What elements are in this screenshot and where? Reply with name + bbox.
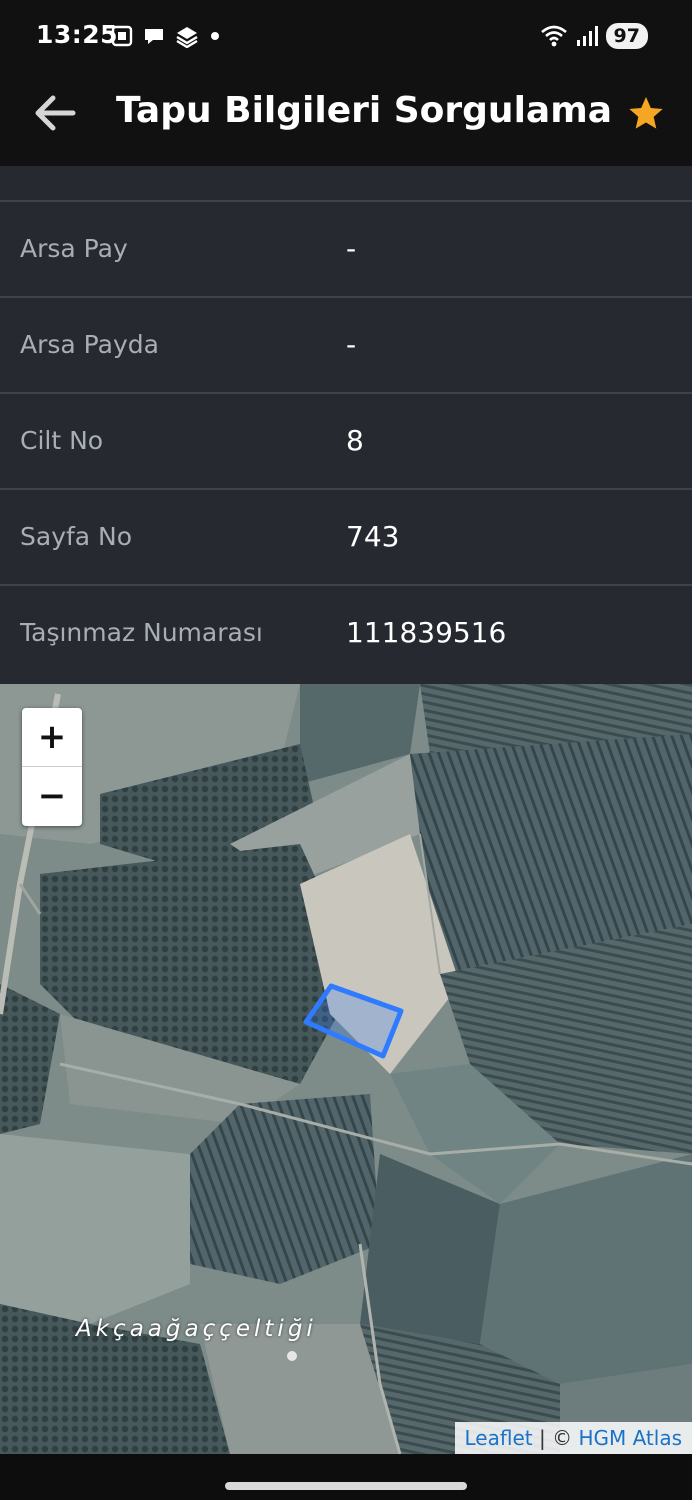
map-view[interactable]: + − Akçaağaççeltiği Leaflet | © HGM Atla… — [0, 684, 692, 1454]
stacked-app-icon — [176, 27, 198, 48]
page-title: Tapu Bilgileri Sorgulama — [116, 90, 613, 131]
chat-bubble-icon — [145, 29, 163, 44]
notification-icons — [110, 22, 222, 50]
row-label: Arsa Pay — [20, 234, 128, 263]
row-value: - — [346, 232, 357, 265]
row-value: 8 — [346, 424, 364, 457]
row-label: Cilt No — [20, 426, 104, 455]
battery-icon: 97 — [605, 23, 648, 49]
screenshot-icon — [111, 25, 133, 47]
zoom-in-button[interactable]: + — [22, 708, 82, 766]
status-bar: 13:25 97 — [0, 0, 692, 70]
row-label: Arsa Payda — [20, 330, 159, 359]
leaflet-link[interactable]: Leaflet — [465, 1426, 533, 1450]
parcel-info-table: Arsa Pay - Arsa Payda - Cilt No 8 Sayfa … — [0, 166, 692, 684]
status-time: 13:25 — [36, 20, 119, 49]
row-label: Taşınmaz Numarası — [20, 618, 263, 647]
zoom-out-button[interactable]: − — [22, 766, 82, 824]
system-nav-bar — [0, 1454, 692, 1500]
app-bar: Tapu Bilgileri Sorgulama — [0, 70, 692, 166]
system-icons: 97 — [540, 22, 648, 50]
signal-icon — [576, 26, 598, 46]
zoom-control: + − — [22, 708, 82, 826]
map-attribution: Leaflet | © HGM Atlas — [454, 1422, 692, 1454]
row-value: 743 — [346, 520, 400, 553]
row-value: - — [346, 328, 357, 361]
home-indicator[interactable] — [225, 1482, 467, 1490]
info-row: Arsa Pay - — [0, 202, 692, 298]
wifi-icon — [540, 25, 567, 47]
attribution-separator: | © — [532, 1426, 579, 1450]
hgm-atlas-link[interactable]: HGM Atlas — [578, 1426, 682, 1450]
clipped-row — [0, 166, 692, 202]
info-row: Taşınmaz Numarası 111839516 — [0, 586, 692, 682]
map-place-label: Akçaağaççeltiği — [76, 1316, 317, 1342]
favorite-button[interactable] — [620, 88, 672, 140]
back-button[interactable] — [26, 90, 82, 136]
row-value: 111839516 — [346, 616, 507, 649]
row-label: Sayfa No — [20, 522, 133, 551]
notification-dot-icon — [211, 32, 219, 40]
info-row: Cilt No 8 — [0, 394, 692, 490]
info-row: Arsa Payda - — [0, 298, 692, 394]
info-row: Sayfa No 743 — [0, 490, 692, 586]
arrow-left-icon — [35, 95, 76, 131]
star-icon — [629, 97, 663, 129]
